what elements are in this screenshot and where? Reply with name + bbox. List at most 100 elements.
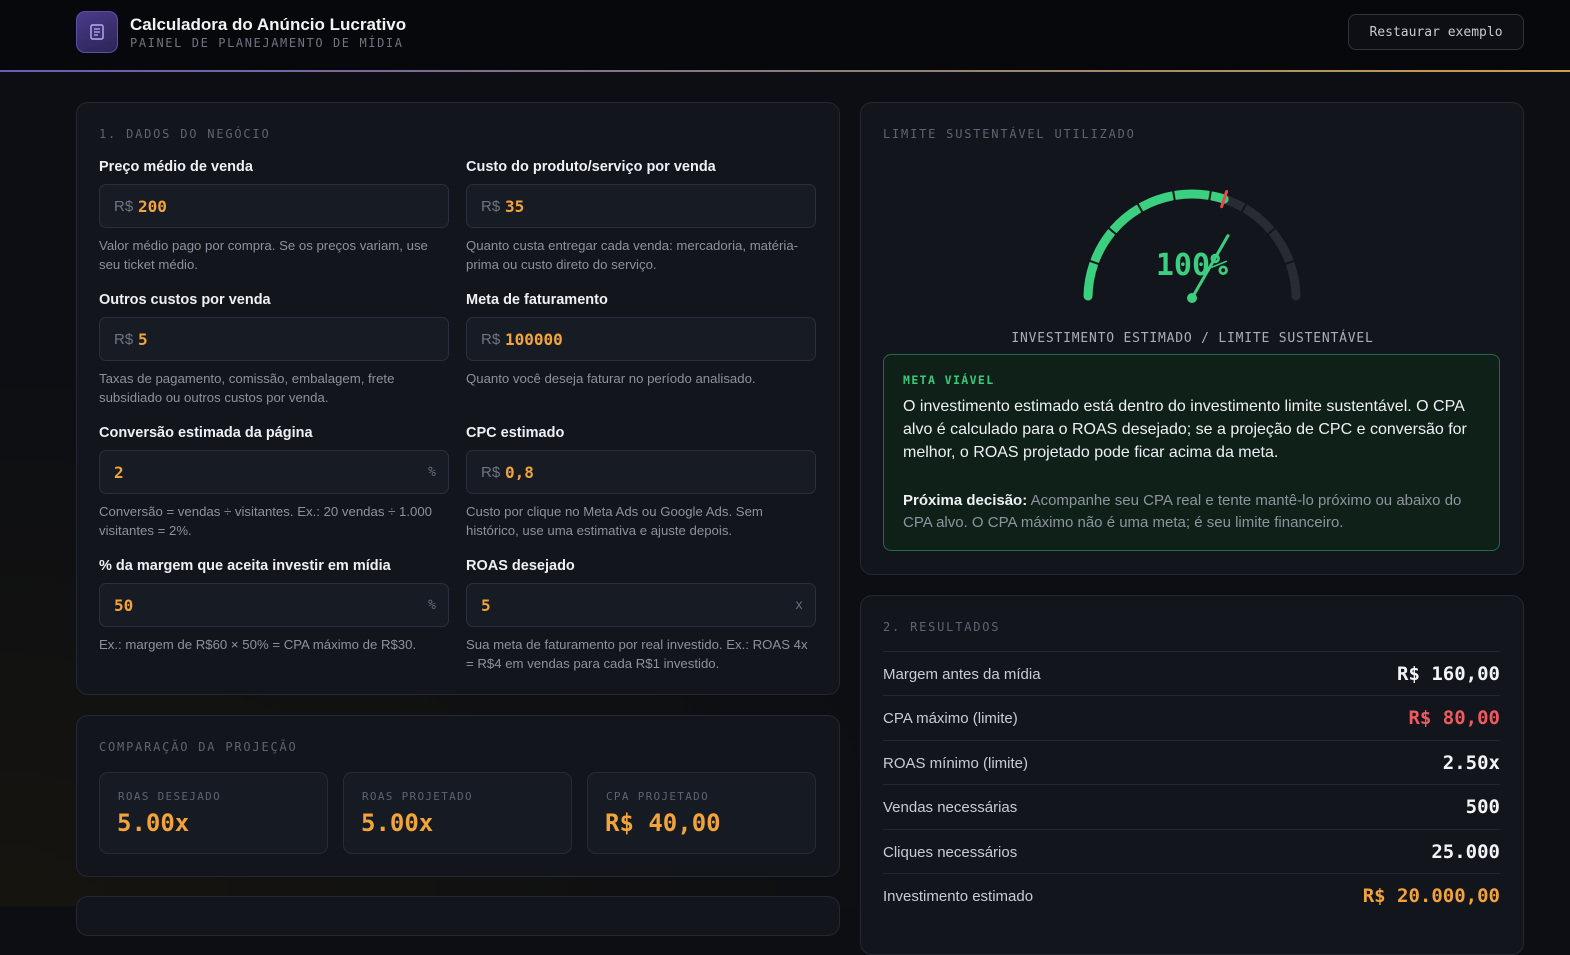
field-help: Quanto você deseja faturar no período an… [466,371,756,386]
field-input[interactable]: 5x [466,583,816,627]
status-tag: META VIÁVEL [903,373,995,387]
result-value: R$ 20.000,00 [1362,885,1500,907]
field-input[interactable]: R$ 5 [99,317,449,361]
result-value: R$ 80,00 [1408,707,1500,730]
gauge-caption: INVESTIMENTO ESTIMADO / LIMITE SUSTENTÁV… [1011,331,1374,346]
unit-suffix: % [428,598,436,613]
card-value: 5.00x [361,809,434,837]
header-divider [0,70,1570,72]
unit-suffix: % [428,465,436,480]
field-label: Meta de faturamento [466,292,608,308]
document-icon [76,11,118,53]
next-panel-edge [76,896,840,936]
result-label: Vendas necessárias [883,799,1018,817]
field-help: Quanto custa entregar cada venda: mercad… [466,238,799,272]
field-help: Valor médio pago por compra. Se os preço… [99,238,428,272]
unit-suffix: x [795,598,803,613]
result-label: Margem antes da mídia [883,666,1041,683]
result-row: Margem antes da mídia R$ 160,00 [883,651,1500,696]
field-input[interactable]: 2% [99,450,449,494]
result-value: 500 [1465,796,1500,819]
gauge-fill-segment [1109,204,1143,235]
field-input[interactable]: R$ 100000 [466,317,816,361]
field-label: Preço médio de venda [99,159,253,175]
card-value: 5.00x [117,809,190,837]
gauge-track-segment [1241,204,1275,235]
section-title: 1. DADOS DO NEGÓCIO [99,127,271,141]
field-label: Custo do produto/serviço por venda [466,159,716,175]
result-label: CPA máximo (limite) [883,710,1018,728]
field-help: Taxas de pagamento, comissão, embalagem,… [99,371,395,405]
gauge-fill-segment [1207,191,1229,204]
currency-prefix: R$ [481,198,501,215]
result-row: Investimento estimado R$ 20.000,00 [883,873,1500,918]
result-label: Cliques necessários [883,843,1018,861]
input-value: 100000 [505,330,563,349]
gauge-fill-segment [1171,189,1213,200]
field-input[interactable]: R$ 200 [99,184,449,228]
desired-roas-card: ROAS DESEJADO 5.00x [99,772,328,854]
app-subtitle: PAINEL DE PLANEJAMENTO DE MÍDIA [130,36,404,50]
field-label: % da margem que aceita investir em mídia [99,558,391,574]
result-value: 25.000 [1431,840,1500,863]
field-label: Conversão estimada da página [99,425,313,441]
status-box: META VIÁVEL O investimento estimado está… [883,354,1500,551]
field-help: Conversão = vendas ÷ visitantes. Ex.: 20… [99,504,432,538]
card-value: R$ 40,00 [605,809,721,837]
currency-prefix: R$ [114,331,134,348]
gauge-track-segment [1268,228,1294,266]
business-data-panel: 1. DADOS DO NEGÓCIO Preço médio de venda… [76,102,840,695]
currency-prefix: R$ [481,464,501,481]
field-help: Sua meta de faturamento por real investi… [466,637,808,671]
projection-comparison-panel: COMPARAÇÃO DA PROJEÇÃO ROAS DESEJADO 5.0… [76,715,840,877]
card-label: ROAS PROJETADO [362,790,473,803]
field-label: Outros custos por venda [99,292,271,308]
input-value: 5 [138,330,148,349]
input-value: 5 [481,596,491,615]
next-decision-label: Próxima decisão: [903,492,1028,509]
gauge-track-segment [1285,259,1301,301]
input-value: 2 [114,463,124,482]
field-input[interactable]: R$ 35 [466,184,816,228]
next-decision: Próxima decisão: Acompanhe seu CPA real … [903,490,1473,534]
gauge-fill-segment [1083,259,1099,301]
currency-prefix: R$ [481,331,501,348]
field-input[interactable]: R$ 0,8 [466,450,816,494]
field-help: Ex.: margem de R$60 × 50% = CPA máximo d… [99,637,417,652]
reset-example-button[interactable]: Restaurar exemplo [1348,14,1524,50]
section-title: COMPARAÇÃO DA PROJEÇÃO [99,740,298,754]
result-value: R$ 160,00 [1397,663,1500,685]
result-row: Vendas necessárias 500 [883,784,1500,829]
field-input[interactable]: 50% [99,583,449,627]
gauge-fill-segment [1137,191,1177,212]
app-header: Calculadora do Anúncio Lucrativo PAINEL … [0,0,1570,72]
result-value: 2.50x [1442,751,1500,774]
result-row: Cliques necessários 25.000 [883,828,1500,874]
input-value: 200 [138,197,167,216]
result-label: Investimento estimado [883,888,1034,905]
projected-cpa-card: CPA PROJETADO R$ 40,00 [587,772,816,854]
sustainable-limit-panel: LIMITE SUSTENTÁVEL UTILIZADO 100% INVEST… [860,102,1524,575]
field-label: CPC estimado [466,425,565,441]
app-title: Calculadora do Anúncio Lucrativo [130,15,407,34]
gauge-hub [1187,293,1197,303]
gauge-fill-segment [1090,228,1116,266]
input-value: 50 [114,596,134,615]
status-message: O investimento estimado está dentro do i… [903,398,1467,461]
card-label: ROAS DESEJADO [118,790,221,803]
section-title: LIMITE SUSTENTÁVEL UTILIZADO [883,127,1136,141]
result-label: ROAS mínimo (limite) [883,754,1029,772]
results-panel: 2. RESULTADOS Margem antes da mídia R$ 16… [860,595,1524,955]
input-value: 35 [505,197,525,216]
gauge-percent: 100% [1156,248,1228,283]
limit-gauge: 100% [1083,189,1301,303]
currency-prefix: R$ [114,198,134,215]
section-title: 2. RESULTADOS [883,620,1001,634]
field-label: ROAS desejado [466,558,575,574]
projected-roas-card: ROAS PROJETADO 5.00x [343,772,572,854]
field-help: Custo por clique no Meta Ads ou Google A… [466,504,763,538]
card-label: CPA PROJETADO [606,790,709,803]
result-row: CPA máximo (limite) R$ 80,00 [883,695,1500,740]
input-value: 0,8 [505,463,534,482]
result-row: ROAS mínimo (limite) 2.50x [883,739,1500,785]
